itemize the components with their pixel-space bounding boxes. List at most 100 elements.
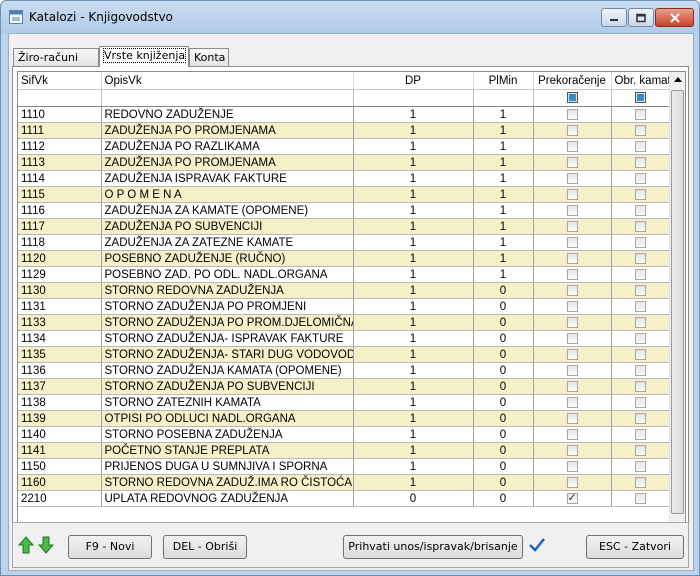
cell-plmin[interactable]: 0 [473, 330, 534, 347]
cell-plmin[interactable]: 0 [473, 410, 534, 427]
checkbox-obr-kamata[interactable] [634, 268, 646, 280]
cell-opisvk[interactable]: OTPISI PO ODLUCI NADL.ORGANA [101, 410, 354, 427]
cell-dp[interactable]: 1 [353, 410, 474, 427]
cell-opisvk[interactable]: ZADUŽENJA PO PROMJENAMA [101, 122, 354, 139]
cell-plmin[interactable]: 0 [473, 378, 534, 395]
checkbox-obr-kamata[interactable] [634, 156, 646, 168]
cell-sifvk[interactable]: 1111 [18, 122, 102, 139]
cell-plmin[interactable]: 0 [473, 346, 534, 363]
cell-plmin[interactable]: 0 [473, 394, 534, 411]
vertical-scrollbar[interactable] [669, 72, 685, 539]
column-header-plmin[interactable]: PlMin [473, 72, 534, 90]
cell-sifvk[interactable]: 1117 [18, 218, 102, 235]
checkbox-prekoracenje[interactable] [566, 268, 578, 280]
cell-dp[interactable]: 1 [353, 106, 474, 123]
checkbox-prekoracenje[interactable] [566, 364, 578, 376]
cell-sifvk[interactable]: 1129 [18, 266, 102, 283]
cell-plmin[interactable]: 0 [473, 282, 534, 299]
filter-cell[interactable] [101, 89, 354, 107]
cell-dp[interactable]: 1 [353, 314, 474, 331]
cell-opisvk[interactable]: POSEBNO ZADUŽENJE (RUČNO) [101, 250, 354, 267]
checkbox-obr-kamata[interactable] [634, 220, 646, 232]
filter-cell[interactable] [473, 89, 534, 107]
cell-sifvk[interactable]: 1131 [18, 298, 102, 315]
cell-dp[interactable]: 1 [353, 234, 474, 251]
title-bar[interactable]: Katalozi - Knjigovodstvo [1, 1, 699, 33]
cell-opisvk[interactable]: POSEBNO ZAD. PO ODL. NADL.ORGANA [101, 266, 354, 283]
checkbox-prekoracenje[interactable] [566, 236, 578, 248]
checkbox-prekoracenje[interactable] [566, 316, 578, 328]
cell-dp[interactable]: 0 [353, 490, 474, 507]
column-header-sifvk[interactable]: SifVk [18, 72, 102, 90]
filter-checkbox-obr-kamata[interactable] [634, 92, 646, 104]
cell-opisvk[interactable]: ZADUŽENJA ZA ZATEZNE KAMATE [101, 234, 354, 251]
cell-opisvk[interactable]: STORNO POSEBNA ZADUŽENJA [101, 426, 354, 443]
checkbox-prekoracenje[interactable] [566, 348, 578, 360]
checkbox-obr-kamata[interactable] [634, 348, 646, 360]
cell-sifvk[interactable]: 1135 [18, 346, 102, 363]
table-row[interactable]: 1112 ZADUŽENJA PO RAZLIKAMA 1 1 [18, 138, 670, 155]
filter-cell[interactable] [353, 89, 474, 107]
cell-opisvk[interactable]: STORNO ZATEZNIH KAMATA [101, 394, 354, 411]
cell-dp[interactable]: 1 [353, 122, 474, 139]
table-row[interactable]: 1115 O P O M E N A11 [18, 186, 670, 203]
table-row[interactable]: 1130 STORNO REDOVNA ZADUŽENJA 1 0 [18, 282, 670, 299]
table-row[interactable]: 1160 STORNO REDOVNA ZADUŽ.IMA RO ČISTOĆA 1… [18, 474, 670, 491]
cell-opisvk[interactable]: PRIJENOS DUGA U SUMNJIVA I SPORNA [101, 458, 354, 475]
checkbox-prekoracenje[interactable] [566, 284, 578, 296]
arrow-up-icon[interactable] [18, 536, 34, 554]
checkbox-obr-kamata[interactable] [634, 300, 646, 312]
arrow-down-icon[interactable] [38, 536, 54, 554]
cell-sifvk[interactable]: 1114 [18, 170, 102, 187]
table-row[interactable]: 1150 PRIJENOS DUGA U SUMNJIVA I SPORNA 1 0 [18, 458, 670, 475]
cell-opisvk[interactable]: STORNO ZADUŽENJA KAMATA (OPOMENE) [101, 362, 354, 379]
tab-ziro-racuni[interactable]: Žiro-računi [13, 48, 99, 66]
cell-plmin[interactable]: 0 [473, 474, 534, 491]
column-header-dp[interactable]: DP [353, 72, 474, 90]
cell-dp[interactable]: 1 [353, 474, 474, 491]
cell-plmin[interactable]: 1 [473, 202, 534, 219]
cell-sifvk[interactable]: 1150 [18, 458, 102, 475]
checkbox-obr-kamata[interactable] [634, 332, 646, 344]
table-row[interactable]: 1129 POSEBNO ZAD. PO ODL. NADL.ORGANA 1 1 [18, 266, 670, 283]
checkbox-prekoracenje[interactable] [566, 156, 578, 168]
cell-opisvk[interactable]: STORNO ZADUŽENJA- ISPRAVAK FAKTURE [101, 330, 354, 347]
tab-konta[interactable]: Konta [189, 48, 229, 66]
checkbox-obr-kamata[interactable] [634, 380, 646, 392]
table-row[interactable]: 1111 ZADUŽENJA PO PROMJENAMA 1 1 [18, 122, 670, 139]
table-row[interactable]: 1137 STORNO ZADUŽENJA PO SUBVENCIJI 1 0 [18, 378, 670, 395]
checkbox-obr-kamata[interactable] [634, 284, 646, 296]
cell-dp[interactable]: 1 [353, 218, 474, 235]
cell-sifvk[interactable]: 1133 [18, 314, 102, 331]
table-row[interactable]: 1141 POČETNO STANJE PREPLATA 1 0 [18, 442, 670, 459]
minimize-button[interactable] [601, 8, 627, 27]
checkbox-obr-kamata[interactable] [634, 172, 646, 184]
checkbox-prekoracenje[interactable] [566, 396, 578, 408]
cell-plmin[interactable]: 0 [473, 458, 534, 475]
cell-plmin[interactable]: 1 [473, 122, 534, 139]
table-row[interactable]: 1117 ZADUŽENJA PO SUBVENCIJI 1 1 [18, 218, 670, 235]
tab-vrste-knjizenja[interactable]: Vrste knjiženja [99, 46, 189, 67]
checkbox-obr-kamata[interactable] [634, 364, 646, 376]
table-row[interactable]: 1114 ZADUŽENJA ISPRAVAK FAKTURE 1 1 [18, 170, 670, 187]
cell-dp[interactable]: 1 [353, 154, 474, 171]
cell-plmin[interactable]: 0 [473, 442, 534, 459]
cell-opisvk[interactable]: ZADUŽENJA ZA KAMATE (OPOMENE) [101, 202, 354, 219]
cell-dp[interactable]: 1 [353, 330, 474, 347]
cell-opisvk[interactable]: UPLATA REDOVNOG ZADUŽENJA [101, 490, 354, 507]
cell-opisvk[interactable]: STORNO REDOVNA ZADUŽENJA [101, 282, 354, 299]
cell-opisvk[interactable]: ZADUŽENJA PO PROMJENAMA [101, 154, 354, 171]
checkbox-obr-kamata[interactable] [634, 252, 646, 264]
checkbox-obr-kamata[interactable] [634, 236, 646, 248]
checkbox-prekoracenje[interactable] [566, 172, 578, 184]
filter-cell[interactable] [533, 89, 612, 107]
checkbox-prekoracenje[interactable] [566, 332, 578, 344]
cell-plmin[interactable]: 0 [473, 314, 534, 331]
cell-sifvk[interactable]: 1139 [18, 410, 102, 427]
table-row[interactable]: 1140 STORNO POSEBNA ZADUŽENJA 1 0 [18, 426, 670, 443]
cell-dp[interactable]: 1 [353, 378, 474, 395]
cell-opisvk[interactable]: REDOVNO ZADUŽENJE [101, 106, 354, 123]
cell-sifvk[interactable]: 1110 [18, 106, 102, 123]
checkbox-obr-kamata[interactable] [634, 460, 646, 472]
cell-dp[interactable]: 1 [353, 442, 474, 459]
